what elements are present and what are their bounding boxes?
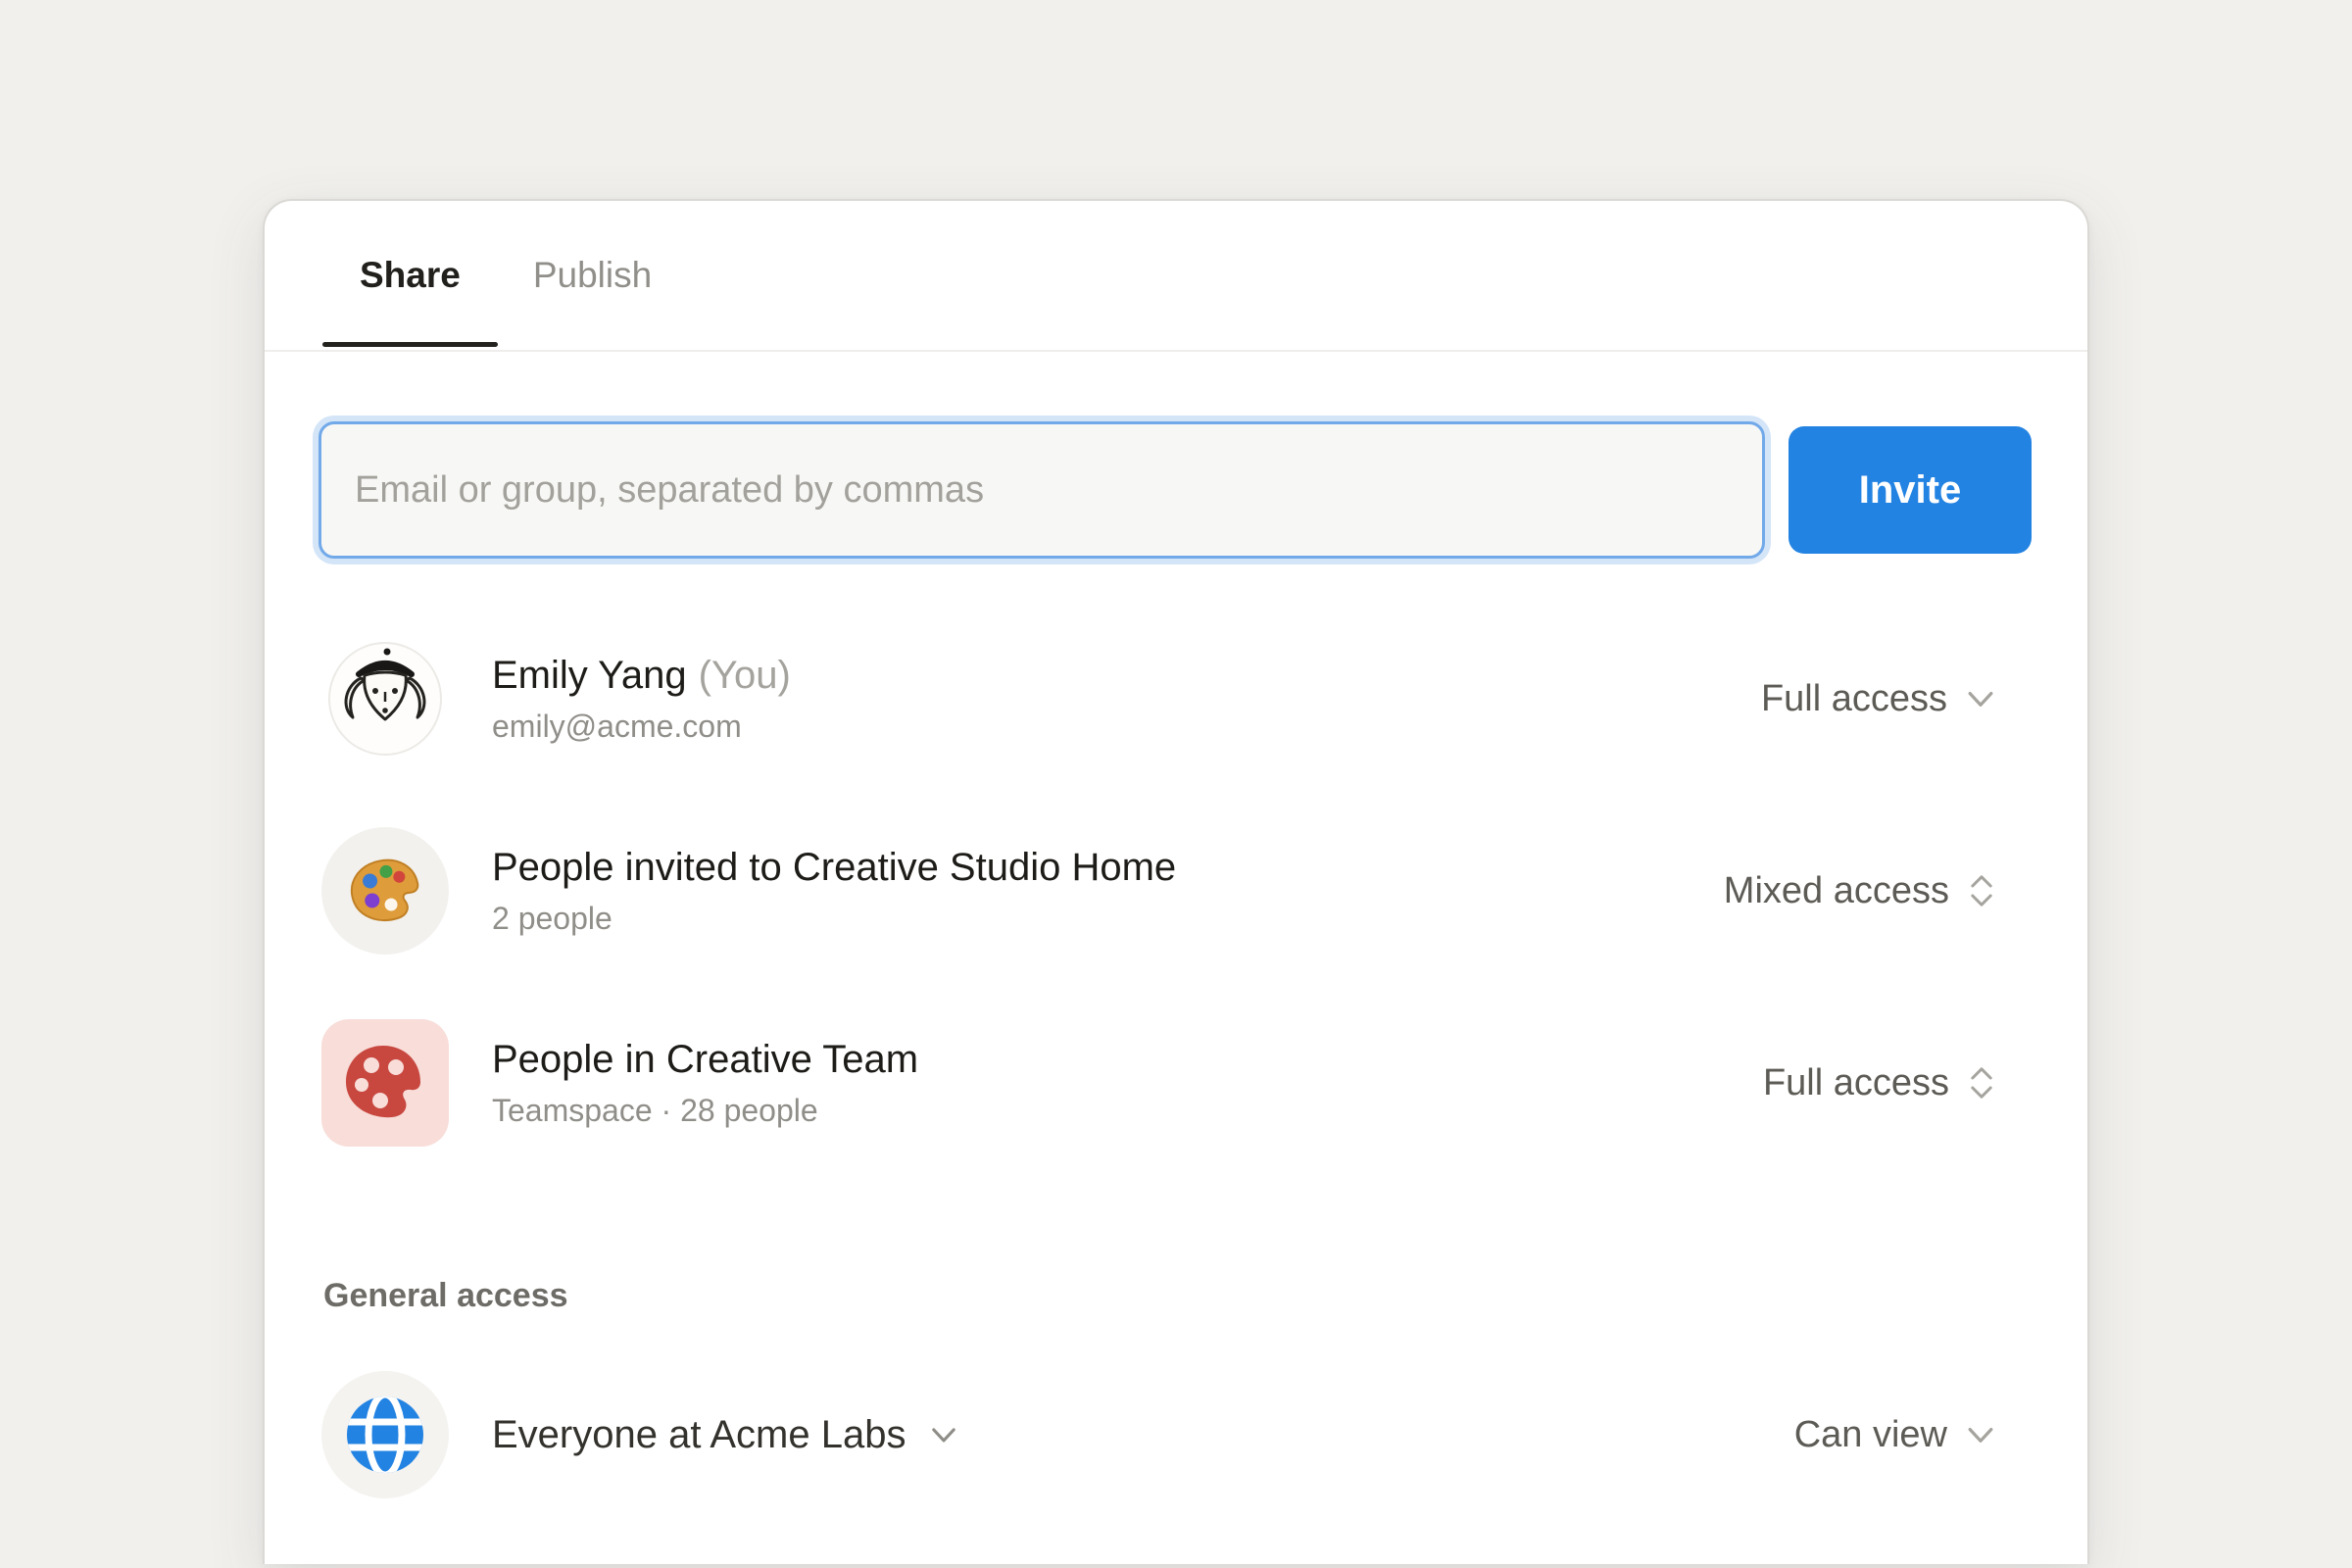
member-info: People in Creative Team Teamspace · 28 p… [492, 1036, 1763, 1130]
chevron-up-down-icon [1965, 871, 1998, 910]
member-row-teamspace: People in Creative Team Teamspace · 28 p… [321, 1018, 1998, 1148]
member-row-emily: Emily Yang(You) emily@acme.com Full acce… [321, 634, 1998, 763]
tab-publish[interactable]: Publish [533, 255, 652, 296]
chevron-down-icon [1963, 1417, 1998, 1452]
globe-avatar [321, 1371, 449, 1498]
chevron-up-down-icon [1965, 1063, 1998, 1102]
access-dropdown-emily[interactable]: Full access [1761, 678, 1998, 720]
access-level-label: Mixed access [1724, 870, 1949, 912]
invite-button[interactable]: Invite [1788, 426, 2032, 554]
red-palette-teamspace-avatar [321, 1019, 449, 1147]
access-dropdown-invited-group[interactable]: Mixed access [1724, 870, 1998, 912]
member-row-invited-group: People invited to Creative Studio Home 2… [321, 826, 1998, 956]
invite-row: Invite [318, 418, 2032, 562]
member-name: People invited to Creative Studio Home [492, 844, 1724, 891]
member-name: People in Creative Team [492, 1036, 1763, 1083]
member-info: Emily Yang(You) emily@acme.com [492, 652, 1761, 746]
member-you-suffix: (You) [699, 654, 791, 697]
everyone-scope-label: Everyone at Acme Labs [492, 1413, 906, 1457]
tab-divider [265, 350, 2087, 352]
access-dropdown-everyone[interactable]: Can view [1794, 1414, 1998, 1456]
general-access-row: Everyone at Acme Labs Can view [321, 1370, 1998, 1499]
member-name: Emily Yang(You) [492, 652, 1761, 699]
member-info: People invited to Creative Studio Home 2… [492, 844, 1724, 938]
person-doodle-avatar [321, 635, 449, 762]
share-dialog: Share Publish Invite [263, 199, 2089, 1564]
access-level-label: Full access [1763, 1062, 1949, 1104]
member-email: emily@acme.com [492, 707, 1761, 746]
chevron-down-icon [1963, 681, 1998, 716]
chevron-down-icon [927, 1418, 960, 1451]
tab-share[interactable]: Share [360, 255, 461, 296]
access-level-label: Full access [1761, 678, 1947, 720]
general-access-heading: General access [323, 1277, 2087, 1315]
email-input[interactable] [318, 421, 1765, 559]
member-count: 2 people [492, 899, 1724, 938]
member-teamspace-count: Teamspace · 28 people [492, 1091, 1763, 1130]
access-dropdown-teamspace[interactable]: Full access [1763, 1062, 1998, 1104]
access-level-label: Can view [1794, 1414, 1947, 1456]
everyone-scope-dropdown[interactable]: Everyone at Acme Labs [492, 1413, 1794, 1457]
tab-bar: Share Publish [265, 201, 2087, 350]
page-background: Share Publish Invite [0, 0, 2352, 1568]
artist-palette-avatar [321, 827, 449, 955]
member-list: Emily Yang(You) emily@acme.com Full acce… [265, 634, 2087, 1148]
